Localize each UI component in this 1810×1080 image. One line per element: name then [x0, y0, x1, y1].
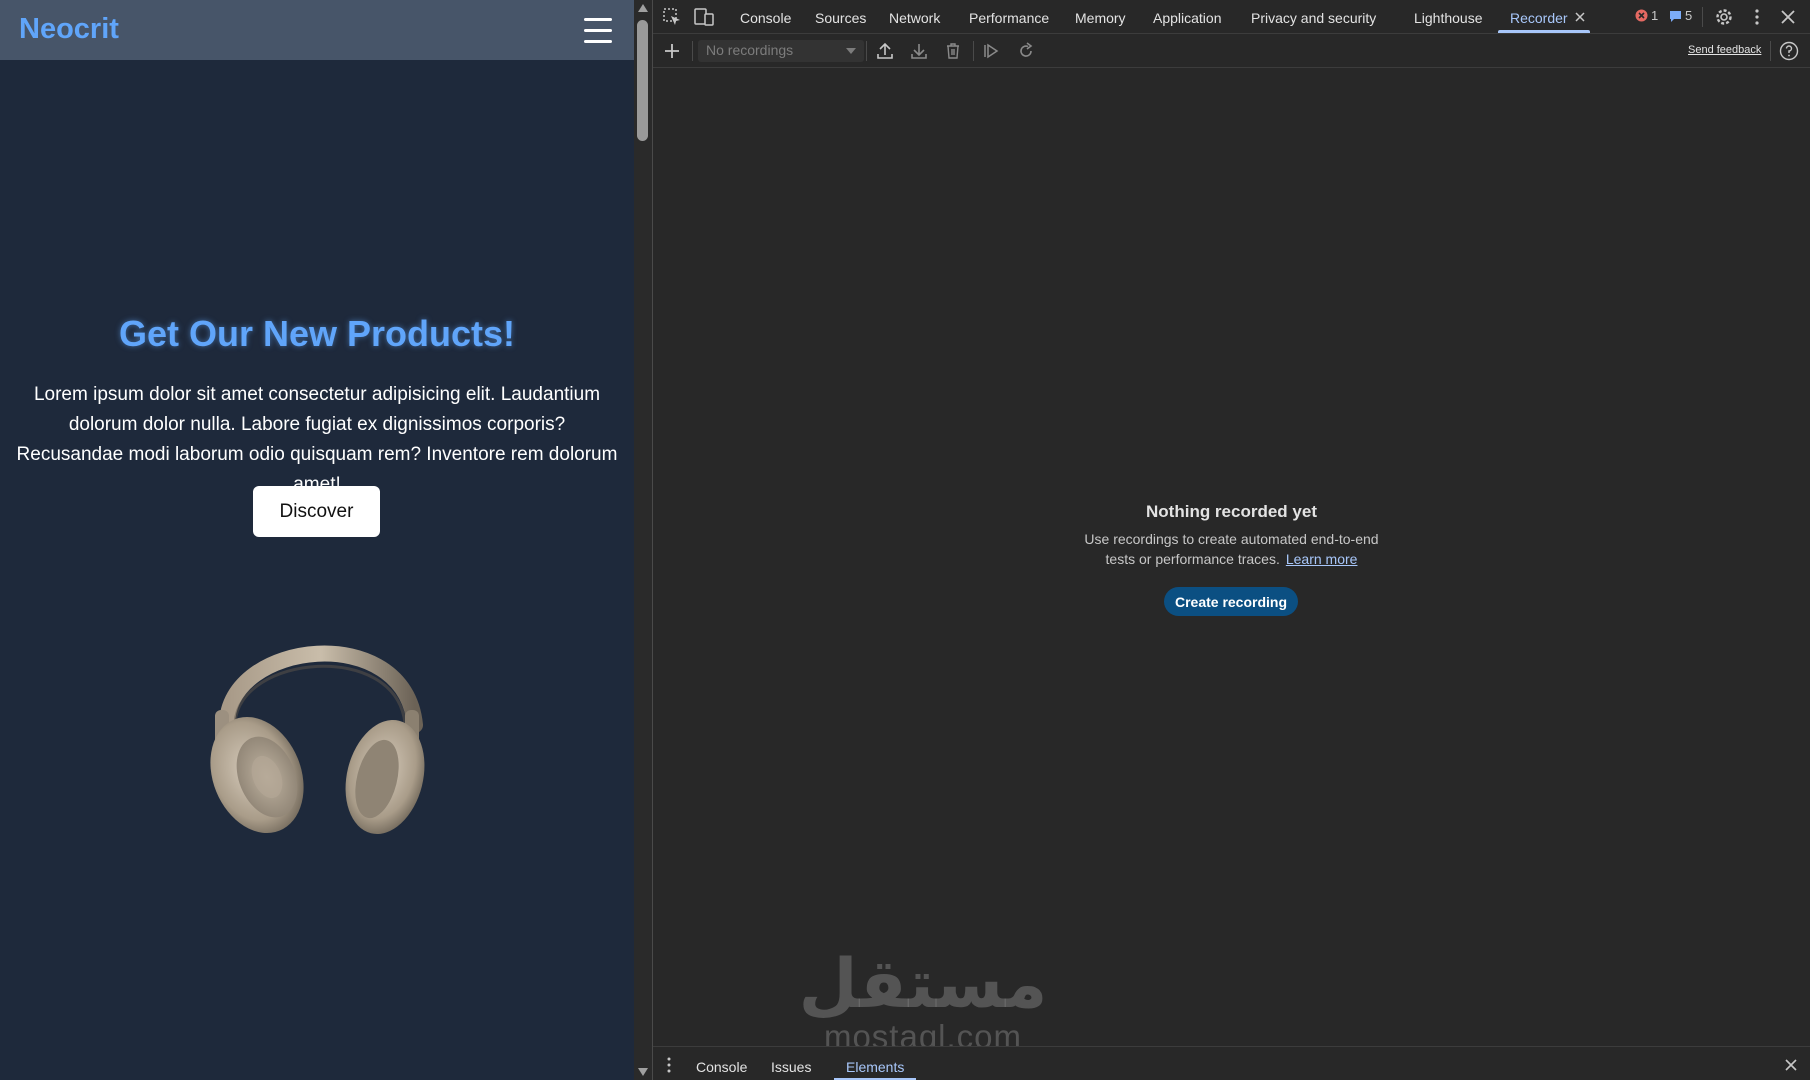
scroll-down-icon[interactable]	[638, 1068, 648, 1076]
tab-performance[interactable]: Performance	[969, 10, 1049, 26]
toolbar-separator	[973, 41, 974, 61]
drawer-tab-console[interactable]: Console	[696, 1059, 747, 1075]
tab-recorder[interactable]: Recorder	[1510, 10, 1568, 26]
devtools-tabbar: Console Sources Network Performance Memo…	[653, 0, 1810, 34]
redo-icon[interactable]	[1016, 41, 1036, 61]
recordings-dropdown[interactable]: No recordings	[698, 40, 864, 62]
close-icon[interactable]	[1781, 1055, 1801, 1075]
scroll-up-icon[interactable]	[638, 4, 648, 12]
error-icon[interactable]	[1635, 9, 1648, 22]
kebab-menu-icon[interactable]	[1746, 6, 1768, 28]
hamburger-bar	[584, 18, 612, 21]
hamburger-bar	[584, 29, 612, 32]
page-scrollbar[interactable]	[634, 0, 652, 1080]
screen: Neocrit Get Our New Products! Lorem ipsu…	[0, 0, 1810, 1080]
replay-icon[interactable]	[981, 41, 1001, 61]
hamburger-icon[interactable]	[584, 18, 612, 46]
devtools-drawer: Console Issues Elements	[653, 1046, 1810, 1080]
empty-state-line: tests or performance traces. Learn more	[653, 549, 1810, 569]
drawer-tab-issues[interactable]: Issues	[771, 1059, 811, 1075]
empty-state-line: Use recordings to create automated end-t…	[1084, 531, 1379, 547]
tab-network[interactable]: Network	[889, 10, 940, 26]
web-page: Neocrit Get Our New Products! Lorem ipsu…	[0, 0, 634, 1080]
tab-memory[interactable]: Memory	[1075, 10, 1126, 26]
close-icon[interactable]	[1573, 10, 1587, 24]
site-header: Neocrit	[0, 0, 634, 60]
site-logo[interactable]: Neocrit	[19, 13, 119, 46]
trash-icon[interactable]	[943, 41, 963, 61]
kebab-menu-icon[interactable]	[659, 1055, 679, 1075]
recordings-dropdown-label: No recordings	[706, 42, 794, 58]
device-toolbar-icon[interactable]	[693, 6, 715, 28]
scrollbar-thumb[interactable]	[637, 20, 648, 141]
chevron-down-icon	[846, 48, 856, 54]
plus-icon[interactable]	[662, 41, 682, 61]
help-icon[interactable]	[1779, 41, 1799, 61]
upload-icon[interactable]	[875, 41, 895, 61]
watermark-logo: مستقل	[798, 945, 1048, 1024]
send-feedback-link[interactable]: Send feedback	[1688, 44, 1761, 56]
hero-description: Lorem ipsum dolor sit amet consectetur a…	[16, 384, 618, 495]
hero-title: Get Our New Products!	[118, 313, 516, 354]
empty-state-text: Use recordings to create automated end-t…	[653, 529, 1810, 569]
empty-state-title: Nothing recorded yet	[1146, 502, 1317, 521]
empty-state-line-text: tests or performance traces.	[1105, 551, 1280, 567]
close-icon[interactable]	[1777, 6, 1799, 28]
toolbar-separator	[692, 41, 693, 61]
learn-more-link[interactable]: Learn more	[1286, 551, 1358, 567]
active-tab-indicator	[1498, 30, 1590, 33]
tab-console[interactable]: Console	[740, 10, 791, 26]
tab-application[interactable]: Application	[1153, 10, 1222, 26]
discover-button[interactable]: Discover	[253, 486, 380, 537]
hamburger-bar	[584, 40, 612, 43]
toolbar-separator	[866, 41, 867, 61]
message-icon[interactable]	[1669, 10, 1682, 23]
gear-icon[interactable]	[1713, 6, 1735, 28]
tab-lighthouse[interactable]: Lighthouse	[1414, 10, 1483, 26]
tabbar-separator	[1702, 7, 1703, 27]
error-count[interactable]: 1	[1651, 8, 1658, 23]
tab-privacy-and-security[interactable]: Privacy and security	[1251, 10, 1376, 26]
toolbar-separator	[1770, 41, 1771, 61]
tab-sources[interactable]: Sources	[815, 10, 866, 26]
create-recording-button[interactable]: Create recording	[1164, 587, 1298, 616]
inspect-element-icon[interactable]	[661, 6, 683, 28]
devtools-panel: Console Sources Network Performance Memo…	[653, 0, 1810, 1080]
download-icon[interactable]	[909, 41, 929, 61]
headphones-image	[210, 645, 425, 835]
message-count[interactable]: 5	[1685, 8, 1692, 23]
drawer-tab-elements[interactable]: Elements	[846, 1059, 904, 1075]
